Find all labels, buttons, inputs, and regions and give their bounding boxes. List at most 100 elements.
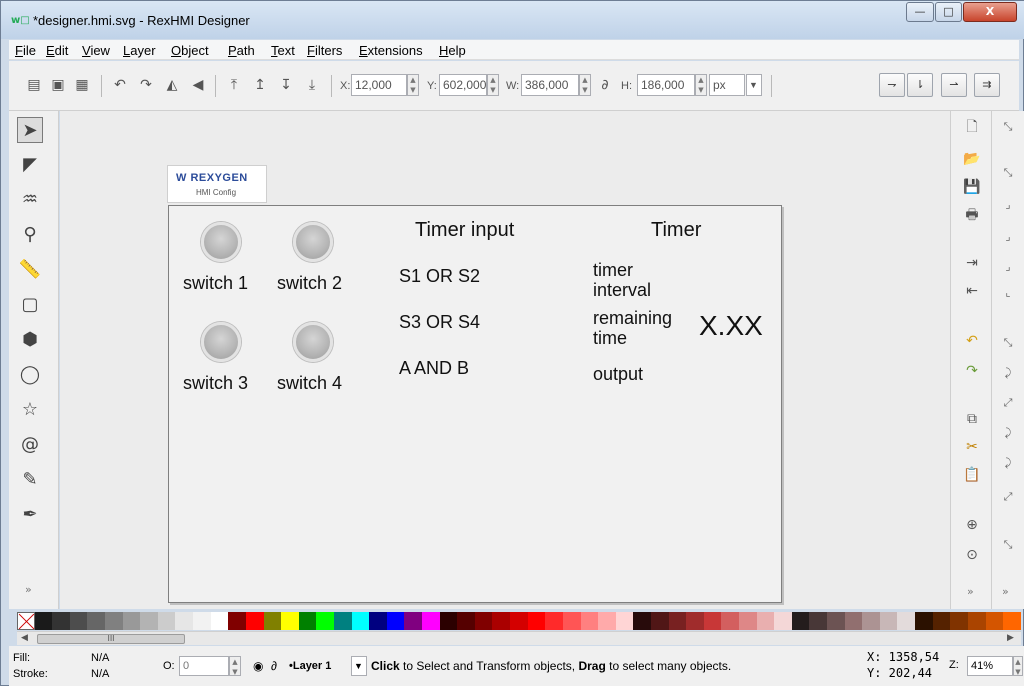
print-icon[interactable]: 🖶 xyxy=(961,205,983,225)
toolbox-more-chevron[interactable]: » xyxy=(25,583,32,596)
menu-filters[interactable]: Filters xyxy=(307,43,342,58)
color-swatch[interactable] xyxy=(862,612,880,630)
lock-layer-icon[interactable]: ∂ xyxy=(271,659,277,673)
snap-more-chevron[interactable]: » xyxy=(1002,585,1009,598)
color-swatch[interactable] xyxy=(791,612,810,630)
copy-icon[interactable]: ⧉ xyxy=(961,409,983,429)
scroll-thumb[interactable]: III xyxy=(37,634,185,644)
node-tool-icon[interactable]: ◤ xyxy=(17,152,43,178)
color-swatch[interactable] xyxy=(404,612,423,630)
snap-enable-icon[interactable]: ⤡ xyxy=(998,117,1018,137)
rectangle-tool-icon[interactable]: ▢ xyxy=(17,292,43,318)
raise-to-top-icon[interactable]: ⤒ xyxy=(225,76,243,94)
menu-layer[interactable]: Layer xyxy=(123,43,156,58)
paste-icon[interactable]: 📋 xyxy=(961,465,983,485)
toggle-visibility-icon[interactable]: ◉ xyxy=(253,659,263,673)
menu-text[interactable]: Text xyxy=(271,43,295,58)
snap-bbox-corner-icon[interactable]: ⌟ xyxy=(998,227,1018,247)
color-swatch[interactable] xyxy=(738,612,757,630)
spiral-tool-icon[interactable]: @ xyxy=(17,432,43,458)
color-swatch[interactable] xyxy=(774,612,792,630)
x-spinner[interactable]: ▲ ▼ xyxy=(407,74,419,96)
close-button[interactable]: X xyxy=(963,2,1017,22)
snap-bbox-midpoint-icon[interactable]: ⌟ xyxy=(998,257,1018,277)
color-swatch[interactable] xyxy=(545,612,563,630)
zoom-drawing-icon[interactable]: ⊙ xyxy=(961,545,983,565)
zoom-input[interactable]: 41% xyxy=(967,656,1013,676)
menu-file[interactable]: File xyxy=(15,43,36,58)
snap-bbox-center-icon[interactable]: ⌞ xyxy=(998,283,1018,303)
color-swatch[interactable] xyxy=(985,612,1004,630)
unit-select[interactable]: px xyxy=(709,74,745,96)
color-swatch[interactable] xyxy=(633,612,651,630)
scroll-right-arrow-icon[interactable]: ▶ xyxy=(1007,633,1014,643)
menu-extensions[interactable]: Extensions xyxy=(359,43,423,58)
minimize-button[interactable]: — xyxy=(906,2,934,22)
color-swatch[interactable] xyxy=(650,612,669,630)
color-swatch[interactable] xyxy=(615,612,634,630)
color-swatch[interactable] xyxy=(439,612,458,630)
open-icon[interactable]: 📂 xyxy=(961,149,983,169)
star-tool-icon[interactable]: ☆ xyxy=(17,397,43,423)
opacity-input[interactable]: 0 xyxy=(179,656,229,676)
color-swatch[interactable] xyxy=(562,612,581,630)
x-input[interactable]: 12,000 xyxy=(351,74,407,96)
color-swatch[interactable] xyxy=(69,612,88,630)
deselect-icon[interactable]: ▦ xyxy=(73,76,91,94)
flip-vertical-icon[interactable]: ◀ xyxy=(189,76,207,94)
color-swatch[interactable] xyxy=(386,612,405,630)
color-swatch[interactable] xyxy=(210,612,229,630)
ellipse-tool-icon[interactable]: ◯ xyxy=(17,362,43,388)
snap-centers-icon[interactable]: ⤡ xyxy=(998,535,1018,555)
layer-select[interactable]: •Layer 1 xyxy=(289,660,331,672)
switch-1-button[interactable] xyxy=(201,222,241,262)
hmi-panel[interactable]: switch 1 switch 2 switch 3 switch 4 Time… xyxy=(168,205,782,603)
rotate-cw-icon[interactable]: ↷ xyxy=(137,76,155,94)
switch-4-button[interactable] xyxy=(293,322,333,362)
color-swatch[interactable] xyxy=(703,612,722,630)
move-gradients-button[interactable]: ⇀ xyxy=(941,73,967,97)
3d-box-tool-icon[interactable]: ⬢ xyxy=(17,327,43,353)
snap-midpoints-icon[interactable]: ⤢ xyxy=(998,487,1018,507)
color-swatch[interactable] xyxy=(686,612,704,630)
raise-icon[interactable]: ↥ xyxy=(251,76,269,94)
color-swatch[interactable] xyxy=(827,612,845,630)
color-swatch[interactable] xyxy=(1003,612,1021,630)
color-swatch[interactable] xyxy=(809,612,828,630)
horizontal-scrollbar[interactable]: ◀ III ▶ xyxy=(17,631,1021,645)
selector-tool-icon[interactable]: ➤ xyxy=(17,117,43,143)
color-swatch[interactable] xyxy=(34,612,53,630)
color-swatch[interactable] xyxy=(369,612,387,630)
color-swatch[interactable] xyxy=(157,612,176,630)
color-swatch[interactable] xyxy=(915,612,933,630)
snap-paths-icon[interactable]: ⤸ xyxy=(998,363,1018,383)
import-icon[interactable]: ⇥ xyxy=(961,253,983,273)
drawing-canvas[interactable]: W REXYGEN HMI Config switch 1 switch 2 s… xyxy=(60,111,950,609)
color-swatch[interactable] xyxy=(598,612,616,630)
color-swatch[interactable] xyxy=(721,612,739,630)
no-paint-swatch[interactable] xyxy=(17,612,35,630)
opacity-spinner[interactable]: ▲ ▼ xyxy=(229,656,241,676)
color-swatch[interactable] xyxy=(668,612,687,630)
switch-3-button[interactable] xyxy=(201,322,241,362)
snap-bbox-icon[interactable]: ⤡ xyxy=(998,163,1018,183)
snap-bbox-edge-icon[interactable]: ⌟ xyxy=(998,195,1018,215)
color-swatch[interactable] xyxy=(457,612,475,630)
color-swatch[interactable] xyxy=(87,612,106,630)
color-swatch[interactable] xyxy=(351,612,370,630)
color-swatch[interactable] xyxy=(580,612,599,630)
color-swatch[interactable] xyxy=(140,612,158,630)
menu-path[interactable]: Path xyxy=(228,43,255,58)
redo-icon[interactable]: ↷ xyxy=(961,361,983,381)
color-swatch[interactable] xyxy=(422,612,440,630)
pen-tool-icon[interactable]: ✒ xyxy=(17,502,43,528)
pencil-tool-icon[interactable]: ✎ xyxy=(17,467,43,493)
menu-view[interactable]: View xyxy=(82,43,110,58)
zoom-tool-icon[interactable]: ⚲ xyxy=(17,222,43,248)
new-document-icon[interactable]: 🗋 xyxy=(961,117,983,137)
tweak-tool-icon[interactable]: ♒ xyxy=(17,187,43,213)
save-icon[interactable]: 💾 xyxy=(961,177,983,197)
color-swatch[interactable] xyxy=(897,612,916,630)
lower-to-bottom-icon[interactable]: ⤓ xyxy=(303,76,321,94)
move-patterns-button[interactable]: ⇉ xyxy=(974,73,1000,97)
